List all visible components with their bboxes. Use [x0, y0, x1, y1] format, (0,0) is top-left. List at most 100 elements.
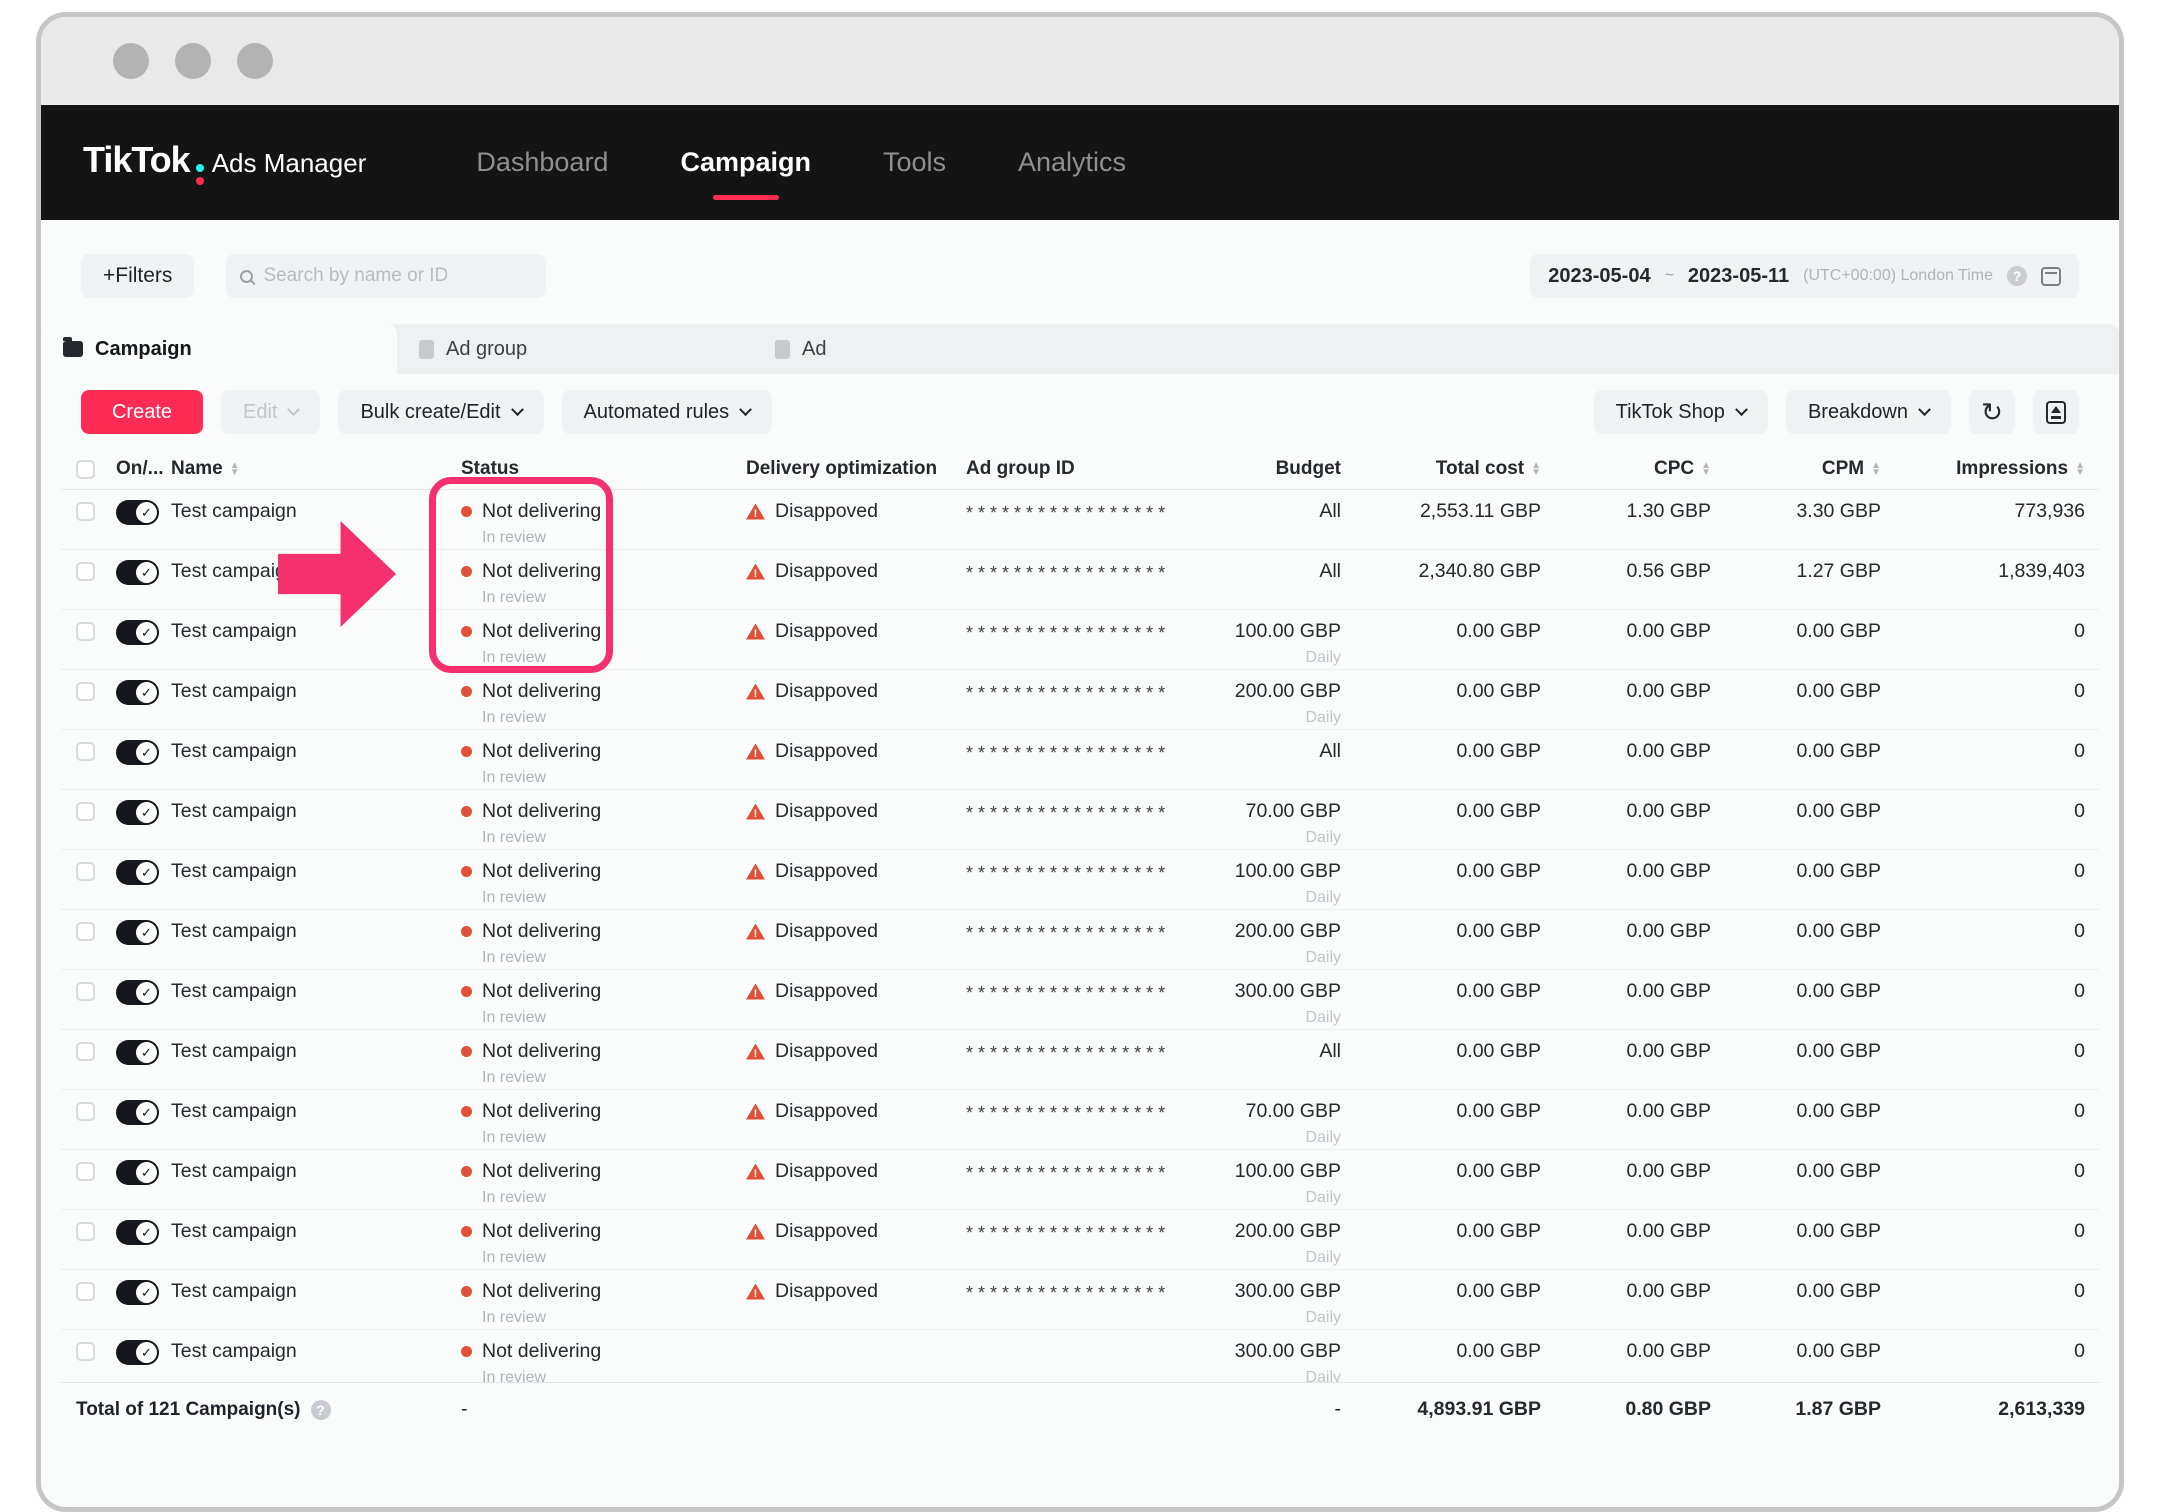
window-control-dot[interactable]: [237, 43, 273, 79]
status-dot-icon: [461, 806, 472, 817]
campaign-on-toggle[interactable]: [116, 800, 159, 825]
campaign-on-toggle[interactable]: [116, 500, 159, 525]
campaign-on-toggle[interactable]: [116, 1040, 159, 1065]
campaign-name[interactable]: Test campaign: [171, 500, 297, 523]
logo-colon-icon: [195, 163, 204, 185]
campaign-name[interactable]: Test campaign: [171, 1340, 297, 1363]
campaign-on-toggle[interactable]: [116, 920, 159, 945]
row-checkbox[interactable]: [76, 1222, 95, 1241]
create-button[interactable]: Create: [81, 390, 203, 434]
tab-ad-group[interactable]: Ad group: [397, 324, 753, 374]
cpm-value: 0.00 GBP: [1796, 1100, 1881, 1122]
calendar-icon[interactable]: [2041, 266, 2061, 286]
budget-cell: All: [1211, 500, 1341, 529]
row-checkbox[interactable]: [76, 622, 95, 641]
sort-icon[interactable]: ▲ ▼: [1871, 460, 1881, 477]
tab-ad[interactable]: Ad: [753, 324, 1109, 374]
campaign-name[interactable]: Test campaign: [171, 1220, 297, 1243]
campaign-name[interactable]: Test campaign: [171, 800, 297, 823]
campaign-on-toggle[interactable]: [116, 980, 159, 1005]
delivery-label: Disappoved: [775, 620, 878, 642]
campaign-name[interactable]: Test campaign: [171, 560, 297, 583]
row-checkbox[interactable]: [76, 1102, 95, 1121]
total-campaigns-label: Total of 121 Campaign(s): [76, 1398, 301, 1420]
row-checkbox[interactable]: [76, 1042, 95, 1061]
campaign-on-toggle[interactable]: [116, 1280, 159, 1305]
refresh-button[interactable]: ↻: [1969, 390, 2015, 434]
row-checkbox[interactable]: [76, 802, 95, 821]
filters-button[interactable]: +Filters: [81, 254, 195, 298]
tiktok-logo[interactable]: TikTok Ads Manager: [83, 139, 366, 187]
budget-type: Daily: [1305, 1309, 1341, 1326]
export-icon: [2046, 400, 2066, 424]
window-control-dot[interactable]: [113, 43, 149, 79]
automated-rules-button[interactable]: Automated rules: [561, 390, 773, 434]
sort-icon[interactable]: ▲ ▼: [2075, 460, 2085, 477]
delivery-label: Disappoved: [775, 1160, 878, 1182]
budget-cell: 300.00 GBP Daily: [1211, 1340, 1341, 1382]
campaign-on-toggle[interactable]: [116, 560, 159, 585]
campaign-name[interactable]: Test campaign: [171, 740, 297, 763]
col-header-ad-group-id: Ad group ID: [966, 457, 1075, 479]
nav-item-dashboard[interactable]: Dashboard: [476, 133, 608, 192]
campaign-on-toggle[interactable]: [116, 860, 159, 885]
delivery-cell: Disappoved: [746, 680, 966, 703]
impressions-value: 0: [2074, 680, 2085, 702]
warning-icon: [746, 1283, 765, 1300]
toggle-check-icon: [136, 622, 157, 643]
date-range-picker[interactable]: 2023-05-04 ~ 2023-05-11 (UTC+00:00) Lond…: [1530, 254, 2079, 298]
campaign-name[interactable]: Test campaign: [171, 920, 297, 943]
nav-item-analytics[interactable]: Analytics: [1018, 133, 1126, 192]
tiktok-shop-button[interactable]: TikTok Shop: [1593, 390, 1768, 434]
window-control-dot[interactable]: [175, 43, 211, 79]
edit-button[interactable]: Edit: [221, 390, 321, 434]
sort-icon[interactable]: ▲ ▼: [230, 460, 240, 477]
campaign-name[interactable]: Test campaign: [171, 680, 297, 703]
campaign-name[interactable]: Test campaign: [171, 860, 297, 883]
row-checkbox[interactable]: [76, 682, 95, 701]
campaign-on-toggle[interactable]: [116, 1100, 159, 1125]
total-cost-value: 0.00 GBP: [1456, 620, 1541, 642]
row-checkbox[interactable]: [76, 1162, 95, 1181]
search-input[interactable]: [263, 265, 533, 287]
campaign-on-toggle[interactable]: [116, 1340, 159, 1365]
status-substatus: In review: [482, 1069, 547, 1086]
campaign-name[interactable]: Test campaign: [171, 980, 297, 1003]
export-button[interactable]: [2033, 390, 2079, 434]
timezone-help-icon[interactable]: [2007, 266, 2027, 286]
total-help-icon[interactable]: [310, 1399, 331, 1420]
row-checkbox[interactable]: [76, 862, 95, 881]
campaign-name[interactable]: Test campaign: [171, 620, 297, 643]
campaign-name[interactable]: Test campaign: [171, 1160, 297, 1183]
table-body: Test campaign Not delivering In review D…: [61, 490, 2099, 1382]
bulk-create-edit-button[interactable]: Bulk create/Edit: [338, 390, 544, 434]
sort-icon[interactable]: ▲ ▼: [1531, 460, 1541, 477]
nav-item-tools[interactable]: Tools: [883, 133, 946, 192]
row-checkbox[interactable]: [76, 742, 95, 761]
row-checkbox[interactable]: [76, 1342, 95, 1361]
campaign-name[interactable]: Test campaign: [171, 1280, 297, 1303]
tab-campaign[interactable]: Campaign: [41, 324, 397, 374]
select-all-checkbox[interactable]: [76, 460, 95, 479]
row-checkbox[interactable]: [76, 1282, 95, 1301]
campaign-on-toggle[interactable]: [116, 680, 159, 705]
row-checkbox[interactable]: [76, 982, 95, 1001]
campaign-on-toggle[interactable]: [116, 740, 159, 765]
campaign-name[interactable]: Test campaign: [171, 1100, 297, 1123]
sort-icon[interactable]: ▲ ▼: [1701, 460, 1711, 477]
campaign-on-toggle[interactable]: [116, 1220, 159, 1245]
status-label: Not delivering: [482, 1280, 602, 1302]
ad-group-id-masked: *****************: [966, 1163, 1171, 1183]
campaign-on-toggle[interactable]: [116, 620, 159, 645]
campaign-name[interactable]: Test campaign: [171, 1040, 297, 1063]
campaign-on-toggle[interactable]: [116, 1160, 159, 1185]
ad-group-doc-icon: [419, 339, 434, 359]
row-checkbox[interactable]: [76, 922, 95, 941]
ad-group-id-masked: *****************: [966, 683, 1171, 703]
impressions-value: 0: [2074, 980, 2085, 1002]
breakdown-button[interactable]: Breakdown: [1785, 390, 1951, 434]
nav-item-campaign[interactable]: Campaign: [680, 133, 811, 192]
row-checkbox[interactable]: [76, 562, 95, 581]
budget-value: All: [1319, 560, 1341, 582]
row-checkbox[interactable]: [76, 502, 95, 521]
